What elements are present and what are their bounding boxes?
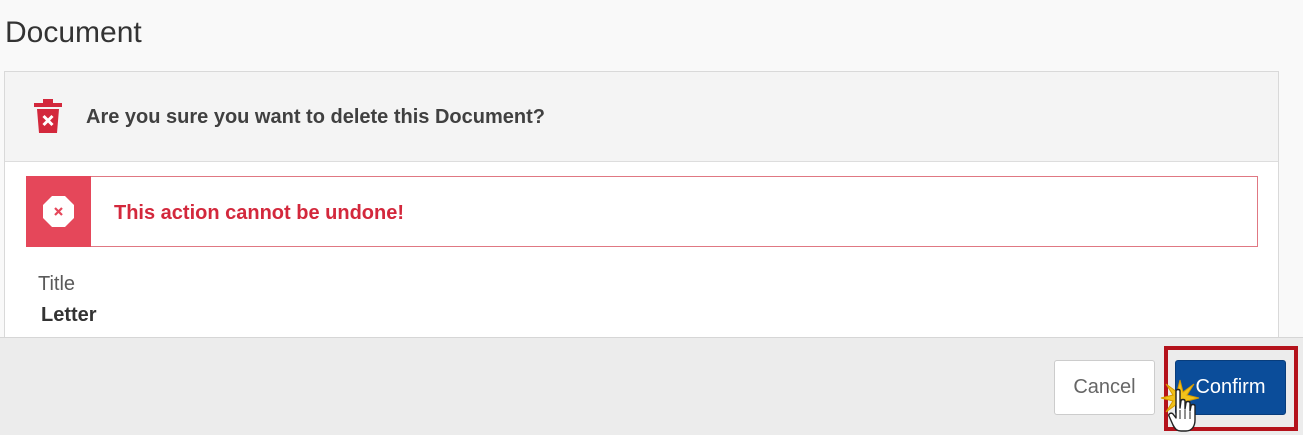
cancel-button[interactable]: Cancel	[1054, 360, 1155, 415]
alert-icon-box	[26, 176, 91, 247]
octagon-x-icon	[43, 196, 74, 227]
dialog-header: Are you sure you want to delete this Doc…	[5, 72, 1278, 162]
trash-delete-icon	[34, 99, 62, 133]
dialog-question: Are you sure you want to delete this Doc…	[86, 106, 545, 128]
title-field-value: Letter	[41, 304, 97, 326]
alert-message: This action cannot be undone!	[114, 202, 404, 224]
hand-pointer-icon	[1168, 388, 1196, 432]
delete-confirmation-dialog: Are you sure you want to delete this Doc…	[4, 71, 1279, 337]
dialog-footer: Cancel Confirm	[0, 337, 1303, 435]
page-title: Document	[5, 16, 142, 49]
warning-alert: This action cannot be undone!	[26, 176, 1258, 247]
title-field-label: Title	[38, 273, 76, 295]
